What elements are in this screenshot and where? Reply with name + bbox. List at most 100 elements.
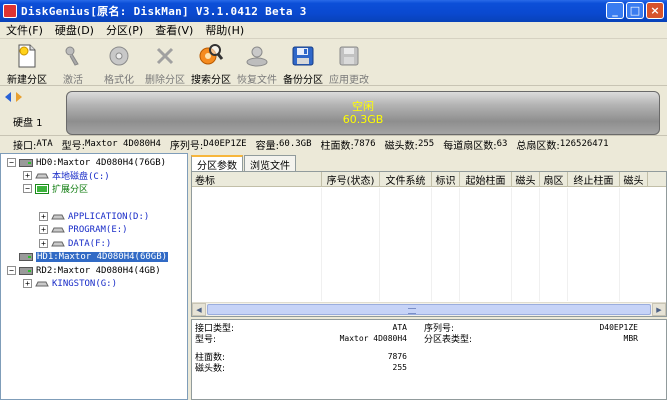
table-column xyxy=(460,188,512,301)
col-end-head[interactable]: 磁头 xyxy=(620,172,648,187)
detail-value: D40EP1ZE xyxy=(599,322,638,332)
table-column xyxy=(192,188,322,301)
tab-partition-params[interactable]: 分区参数 xyxy=(191,155,243,172)
tree-node-rd2[interactable]: − RD2:Maxtor 4D080H4(4GB) xyxy=(7,264,161,277)
tree-node-data-f[interactable]: + DATA(F:) xyxy=(39,237,111,250)
collapse-toggle[interactable]: − xyxy=(7,266,16,275)
new-partition-label: 新建分区 xyxy=(7,75,47,86)
hard-disk-icon xyxy=(19,266,33,276)
backup-partition-button[interactable]: 备份分区 xyxy=(280,40,326,86)
collapse-toggle[interactable]: − xyxy=(23,184,32,193)
free-space-segment[interactable]: 空闲 60.3GB xyxy=(66,91,660,135)
info-heads-label: 磁头数: xyxy=(384,140,418,152)
tree-label: HD0:Maxtor 4D080H4(76GB) xyxy=(36,157,167,168)
scroll-left-icon[interactable]: ◀ xyxy=(192,303,206,316)
info-spt-value: 63 xyxy=(496,139,508,149)
toolbar: 新建分区 激活 格式化 删除分区 搜索分区 恢复文件 备份分区 应用更改 xyxy=(0,40,667,86)
expand-toggle[interactable]: + xyxy=(39,239,48,248)
detail-heads: 磁头数: 255 xyxy=(195,361,407,374)
col-index-status[interactable]: 序号(状态) xyxy=(322,172,380,187)
menu-file[interactable]: 文件(F) xyxy=(0,22,49,38)
tree-node-hd0[interactable]: − HD0:Maxtor 4D080H4(76GB) xyxy=(7,156,166,169)
apply-changes-button[interactable]: 应用更改 xyxy=(326,40,372,86)
apply-changes-icon xyxy=(336,43,362,69)
search-partition-button[interactable]: 搜索分区 xyxy=(188,40,234,86)
tree-node-program-e[interactable]: + PROGRAM(E:) xyxy=(39,223,128,236)
expand-toggle[interactable]: + xyxy=(39,225,48,234)
menu-view[interactable]: 查看(V) xyxy=(149,22,199,38)
new-partition-button[interactable]: 新建分区 xyxy=(4,40,50,86)
partition-icon xyxy=(51,225,65,235)
detail-value: MBR xyxy=(623,333,638,343)
table-column xyxy=(380,188,432,301)
col-volume-label[interactable]: 卷标 xyxy=(192,172,322,187)
partition-icon xyxy=(51,212,65,222)
info-model-value: Maxtor 4D080H4 xyxy=(85,139,161,149)
new-partition-icon xyxy=(14,43,40,69)
collapse-toggle[interactable]: − xyxy=(7,158,16,167)
window-controls: _ □ × xyxy=(606,2,664,19)
info-serial-value: D40EP1ZE xyxy=(203,139,247,149)
scroll-right-icon[interactable]: ▶ xyxy=(652,303,666,316)
tree-node-local-disk-c[interactable]: + 本地磁盘(C:) xyxy=(23,169,110,182)
recover-files-icon xyxy=(244,43,270,69)
info-capacity-label: 容量: xyxy=(255,140,279,152)
menu-help[interactable]: 帮助(H) xyxy=(199,22,250,38)
activate-button[interactable]: 激活 xyxy=(50,40,96,86)
detail-label: 型号: xyxy=(195,334,217,345)
maximize-button[interactable]: □ xyxy=(626,2,644,19)
format-button[interactable]: 格式化 xyxy=(96,40,142,86)
disk-nav xyxy=(4,92,23,102)
expand-toggle[interactable]: + xyxy=(39,212,48,221)
delete-partition-button[interactable]: 删除分区 xyxy=(142,40,188,86)
tree-node-application-d[interactable]: + APPLICATION(D:) xyxy=(39,210,149,223)
col-id[interactable]: 标识 xyxy=(432,172,460,187)
detail-model: 型号: Maxtor 4D080H4 xyxy=(195,332,407,345)
info-serial-label: 序列号: xyxy=(169,140,204,152)
search-partition-icon xyxy=(198,43,224,69)
table-column xyxy=(512,188,540,301)
scroll-thumb[interactable] xyxy=(207,304,651,315)
col-filesystem[interactable]: 文件系统 xyxy=(380,172,432,187)
tree-node-kingston-g[interactable]: + KINGSTON(G:) xyxy=(23,277,117,290)
col-start-cylinder[interactable]: 起始柱面 xyxy=(460,172,512,187)
col-start-head[interactable]: 磁头 xyxy=(512,172,540,187)
format-icon xyxy=(106,43,132,69)
horizontal-scrollbar[interactable]: ◀ ▶ xyxy=(192,302,666,316)
app-icon xyxy=(3,4,17,18)
tree-label: APPLICATION(D:) xyxy=(68,211,150,222)
tab-browse-files[interactable]: 浏览文件 xyxy=(244,155,296,172)
info-interface-value: ATA xyxy=(36,139,53,149)
info-model-label: 型号: xyxy=(61,140,86,152)
title-bar[interactable]: DiskGenius[原名: DiskMan] V3.1.0412 Beta 3… xyxy=(0,0,667,22)
disk-bar: 硬盘 1 空闲 60.3GB xyxy=(0,87,667,135)
info-cylinders-label: 柱面数: xyxy=(320,140,354,152)
menu-partition[interactable]: 分区(P) xyxy=(100,22,149,38)
recover-files-button[interactable]: 恢复文件 xyxy=(234,40,280,86)
col-start-sector[interactable]: 扇区 xyxy=(540,172,568,187)
detail-label: 磁头数: xyxy=(195,363,226,374)
next-disk-icon[interactable] xyxy=(14,92,23,102)
prev-disk-icon[interactable] xyxy=(4,92,13,102)
tree-label: 扩展分区 xyxy=(52,185,89,195)
disk-tree: − HD0:Maxtor 4D080H4(76GB) + 本地磁盘(C:) − … xyxy=(0,153,188,400)
tab-strip: 分区参数 浏览文件 xyxy=(191,155,297,172)
partition-icon xyxy=(35,279,49,289)
format-label: 格式化 xyxy=(104,75,134,86)
disk-info-strip: 接口: ATA 型号: Maxtor 4D080H4 序列号: D40EP1ZE 容量… xyxy=(0,135,667,152)
menu-disk[interactable]: 硬盘(D) xyxy=(49,22,100,38)
free-space-label: 空闲 xyxy=(352,100,374,113)
expand-toggle[interactable]: + xyxy=(23,279,32,288)
delete-partition-icon xyxy=(152,43,178,69)
tree-label: PROGRAM(E:) xyxy=(68,224,128,235)
minimize-button[interactable]: _ xyxy=(606,2,624,19)
tree-node-hd1[interactable]: HD1:Maxtor 4D080H4(60GB) xyxy=(7,250,169,263)
tree-node-extended[interactable]: − 扩展分区 xyxy=(23,182,88,195)
table-header: 卷标 序号(状态) 文件系统 标识 起始柱面 磁头 扇区 终止柱面 磁头 xyxy=(192,172,666,187)
close-button[interactable]: × xyxy=(646,2,664,19)
col-end-cylinder[interactable]: 终止柱面 xyxy=(568,172,620,187)
table-body xyxy=(192,188,666,301)
expand-toggle[interactable]: + xyxy=(23,171,32,180)
activate-label: 激活 xyxy=(63,75,83,86)
info-total-sectors-label: 总扇区数: xyxy=(516,140,560,152)
